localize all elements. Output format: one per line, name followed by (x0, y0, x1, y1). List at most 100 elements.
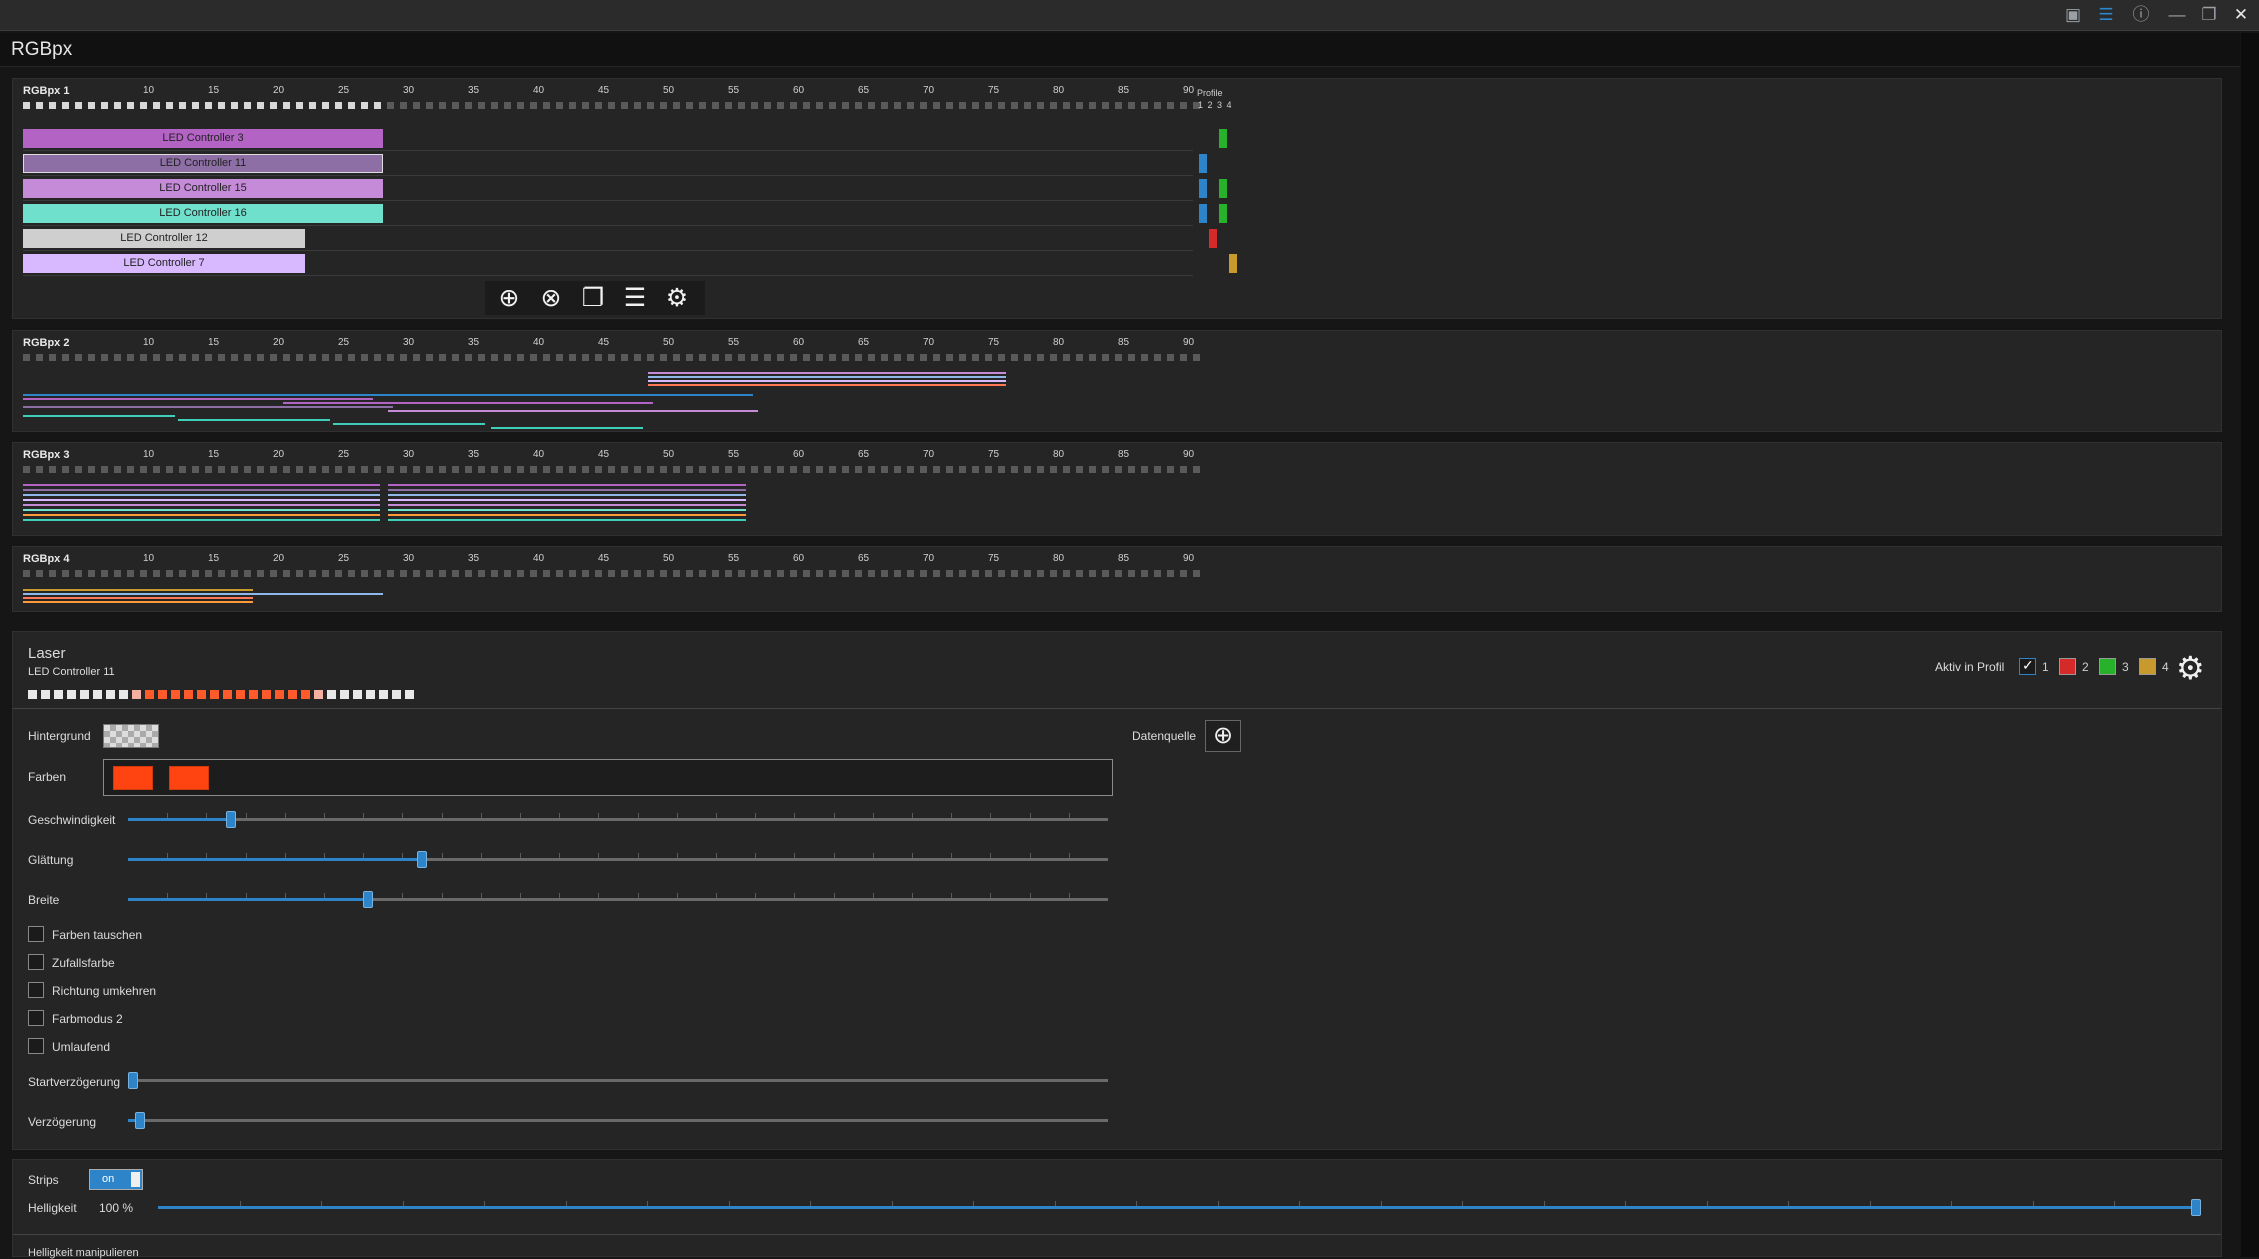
controller-bar[interactable]: LED Controller 15 (23, 179, 383, 198)
led-dot[interactable] (842, 570, 849, 577)
led-dot[interactable] (1037, 354, 1044, 361)
led-dot[interactable] (296, 570, 303, 577)
slider-thumb[interactable] (134, 1112, 145, 1129)
led-dot[interactable] (439, 466, 446, 473)
led-dot[interactable] (80, 690, 89, 699)
led-dot[interactable] (816, 354, 823, 361)
led-dot[interactable] (387, 102, 394, 109)
led-dot[interactable] (244, 570, 251, 577)
led-dot[interactable] (842, 354, 849, 361)
led-dot[interactable] (933, 102, 940, 109)
led-dot[interactable] (517, 466, 524, 473)
led-dot[interactable] (1167, 570, 1174, 577)
led-dot[interactable] (1024, 570, 1031, 577)
led-dot[interactable] (1076, 570, 1083, 577)
led-dot[interactable] (49, 570, 56, 577)
led-dot[interactable] (314, 690, 323, 699)
led-dot[interactable] (218, 102, 225, 109)
led-dot[interactable] (166, 102, 173, 109)
color-swatch-2[interactable] (169, 766, 209, 790)
led-dot[interactable] (517, 102, 524, 109)
led-dot[interactable] (166, 570, 173, 577)
led-dot[interactable] (777, 570, 784, 577)
layers-icon[interactable]: ☰ (2091, 2, 2121, 28)
led-dot[interactable] (1037, 570, 1044, 577)
led-dot[interactable] (231, 354, 238, 361)
led-dot[interactable] (197, 690, 206, 699)
led-dot[interactable] (829, 570, 836, 577)
led-dot[interactable] (608, 570, 615, 577)
led-dot[interactable] (985, 354, 992, 361)
led-dot[interactable] (288, 690, 297, 699)
led-dot[interactable] (543, 570, 550, 577)
led-dot[interactable] (179, 570, 186, 577)
profile-checkbox-4[interactable] (2139, 658, 2156, 675)
led-dot[interactable] (249, 690, 258, 699)
led-dot[interactable] (842, 102, 849, 109)
led-dot[interactable] (660, 354, 667, 361)
led-dot[interactable] (140, 570, 147, 577)
led-dot[interactable] (920, 570, 927, 577)
led-dot[interactable] (153, 102, 160, 109)
led-dot[interactable] (218, 466, 225, 473)
led-dot[interactable] (36, 570, 43, 577)
led-dot[interactable] (392, 690, 401, 699)
led-dot[interactable] (127, 466, 134, 473)
led-dot[interactable] (1154, 570, 1161, 577)
led-dot[interactable] (751, 102, 758, 109)
led-dot[interactable] (335, 570, 342, 577)
led-dot[interactable] (634, 570, 641, 577)
led-dot[interactable] (309, 570, 316, 577)
led-dot[interactable] (184, 690, 193, 699)
led-dot[interactable] (231, 102, 238, 109)
led-dot[interactable] (504, 466, 511, 473)
led-dot[interactable] (322, 466, 329, 473)
led-dot[interactable] (1180, 466, 1187, 473)
led-dot[interactable] (504, 354, 511, 361)
led-dot[interactable] (244, 354, 251, 361)
led-dot[interactable] (257, 570, 264, 577)
led-dot[interactable] (1037, 466, 1044, 473)
led-dot[interactable] (158, 690, 167, 699)
led-dot[interactable] (673, 102, 680, 109)
led-dot[interactable] (465, 354, 472, 361)
breite-slider[interactable] (128, 891, 1108, 908)
led-dot[interactable] (998, 466, 1005, 473)
led-dot[interactable] (309, 466, 316, 473)
led-dot[interactable] (405, 690, 414, 699)
led-dot[interactable] (569, 570, 576, 577)
led-dot[interactable] (205, 102, 212, 109)
led-dot[interactable] (374, 354, 381, 361)
led-dot[interactable] (179, 102, 186, 109)
led-dot[interactable] (725, 570, 732, 577)
led-dot[interactable] (75, 354, 82, 361)
led-dot[interactable] (1154, 466, 1161, 473)
slider-thumb[interactable] (128, 1072, 138, 1089)
led-dot[interactable] (673, 466, 680, 473)
led-dot[interactable] (205, 354, 212, 361)
led-dot[interactable] (244, 466, 251, 473)
led-dot[interactable] (309, 354, 316, 361)
led-dot[interactable] (231, 570, 238, 577)
led-dot[interactable] (608, 466, 615, 473)
led-dot[interactable] (582, 570, 589, 577)
led-dot[interactable] (23, 354, 30, 361)
led-dot[interactable] (283, 466, 290, 473)
led-dot[interactable] (569, 102, 576, 109)
profile-checkbox-3[interactable] (2099, 658, 2116, 675)
led-dot[interactable] (556, 466, 563, 473)
slider-thumb[interactable] (363, 891, 374, 908)
led-dot[interactable] (582, 466, 589, 473)
slider-thumb[interactable] (225, 811, 236, 828)
led-dot[interactable] (400, 354, 407, 361)
led-dot[interactable] (1141, 102, 1148, 109)
led-dot[interactable] (296, 102, 303, 109)
led-dot[interactable] (647, 570, 654, 577)
led-dot[interactable] (764, 102, 771, 109)
led-dot[interactable] (439, 570, 446, 577)
led-dot[interactable] (894, 102, 901, 109)
controller-bar[interactable]: LED Controller 7 (23, 254, 305, 273)
led-dot[interactable] (829, 354, 836, 361)
led-dot[interactable] (36, 102, 43, 109)
led-dot[interactable] (361, 466, 368, 473)
